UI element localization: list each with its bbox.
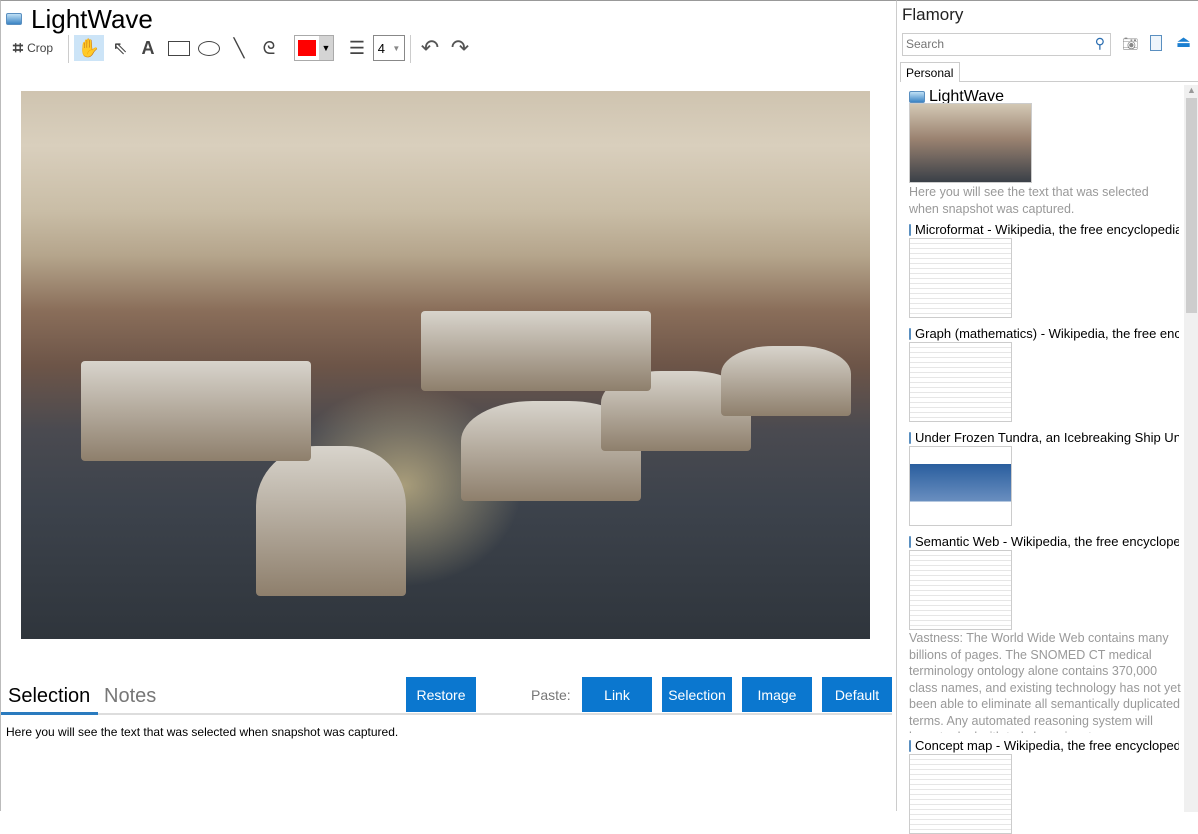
toolbar-divider [68, 35, 69, 63]
line-tool-icon[interactable]: ╲ [227, 35, 251, 61]
hand-tool-icon[interactable]: ✋ [74, 35, 104, 61]
snapshot-icon [909, 431, 911, 444]
restore-button[interactable]: Restore [406, 677, 476, 712]
building [256, 446, 406, 596]
undo-icon[interactable]: ↶ [417, 35, 443, 61]
list-item[interactable]: Microformat - Wikipedia, the free encycl… [909, 222, 1179, 237]
snapshot-icon [909, 327, 911, 340]
snapshot-icon [909, 91, 925, 103]
scrollbar-thumb[interactable] [1186, 98, 1197, 313]
crop-label: Crop [27, 41, 54, 55]
crop-icon: ⌗ [12, 37, 24, 58]
tab-divider [960, 81, 1198, 82]
snapshot-title: LightWave [31, 4, 153, 34]
rectangle-tool-icon[interactable] [167, 35, 191, 61]
item-thumbnail[interactable] [909, 238, 1012, 318]
item-title: Semantic Web - Wikipedia, the free encyc… [915, 534, 1179, 549]
flamory-sidebar: Flamory ⚲ 📷︎ ⏏ Personal ▲ LightWave Here… [896, 0, 1198, 834]
snapshot-icon [909, 223, 911, 236]
list-item[interactable]: Semantic Web - Wikipedia, the free encyc… [909, 534, 1179, 549]
line-width-select[interactable]: 4 ▼ [373, 35, 405, 61]
item-thumbnail[interactable] [909, 342, 1012, 422]
document-icon[interactable] [1150, 35, 1162, 51]
crop-button[interactable]: ⌗ Crop [7, 35, 59, 61]
snapshot-image [21, 91, 870, 639]
app-icon [6, 13, 22, 25]
item-title: Under Frozen Tundra, an Icebreaking Ship… [915, 430, 1179, 445]
item-title: Microformat - Wikipedia, the free encycl… [915, 222, 1179, 237]
color-swatch [298, 40, 316, 56]
active-tab-indicator [1, 712, 98, 715]
scroll-up-icon[interactable]: ▲ [1184, 85, 1198, 95]
text-tool-icon[interactable]: A [136, 35, 160, 61]
item-thumbnail[interactable] [909, 550, 1012, 630]
tab-underline-track [1, 713, 892, 715]
paste-link-button[interactable]: Link [582, 677, 652, 712]
redo-icon[interactable]: ↷ [447, 35, 473, 61]
toolbar-divider [410, 35, 411, 63]
freehand-tool-icon[interactable]: ᘓ [257, 35, 281, 61]
building [721, 346, 851, 416]
snapshot-icon [909, 535, 911, 548]
color-picker[interactable]: ▼ [294, 35, 334, 61]
item-description: Vastness: The World Wide Web contains ma… [909, 631, 1181, 733]
collapse-top-icon[interactable]: ⏏ [1176, 35, 1191, 51]
paste-default-button[interactable]: Default [822, 677, 892, 712]
sidebar-title: Flamory [902, 5, 964, 24]
item-title: Graph (mathematics) - Wikipedia, the fre… [915, 326, 1179, 341]
item-title: Concept map - Wikipedia, the free encycl… [915, 738, 1179, 753]
list-item[interactable]: Graph (mathematics) - Wikipedia, the fre… [909, 326, 1179, 341]
item-thumbnail[interactable] [909, 103, 1032, 183]
pointer-tool-icon[interactable]: ⇖ [108, 35, 132, 61]
line-width-value: 4 [377, 40, 385, 56]
paste-label: Paste: [531, 687, 571, 703]
tab-selection[interactable]: Selection [8, 685, 90, 708]
line-width-icon: ☰ [348, 37, 366, 58]
item-thumbnail[interactable] [909, 446, 1012, 526]
item-thumbnail[interactable] [909, 754, 1012, 834]
search-input[interactable] [903, 34, 1083, 54]
tab-personal[interactable]: Personal [900, 62, 960, 82]
chevron-down-icon: ▼ [392, 43, 401, 53]
building [81, 361, 311, 461]
search-icon[interactable]: ⚲ [1095, 35, 1105, 52]
snapshot-viewer: LightWave ⌗ Crop ✋ ⇖ A ╲ ᘓ ▼ ☰ 4 ▼ ↶ ↷ Sel… [0, 0, 896, 811]
list-item[interactable]: Under Frozen Tundra, an Icebreaking Ship… [909, 430, 1179, 445]
snapshot-icon [909, 739, 911, 752]
chevron-down-icon: ▼ [319, 36, 333, 60]
building [421, 311, 651, 391]
tab-notes[interactable]: Notes [104, 685, 156, 708]
list-item[interactable]: Concept map - Wikipedia, the free encycl… [909, 738, 1179, 753]
ellipse-tool-icon[interactable] [197, 35, 221, 61]
item-description: Here you will see the text that was sele… [909, 185, 1149, 216]
paste-image-button[interactable]: Image [742, 677, 812, 712]
scrollbar[interactable]: ▲ [1184, 85, 1198, 812]
camera-icon[interactable]: 📷︎ [1122, 36, 1139, 52]
paste-selection-button[interactable]: Selection [662, 677, 732, 712]
selection-text: Here you will see the text that was sele… [6, 725, 399, 739]
search-box[interactable]: ⚲ [902, 33, 1111, 56]
